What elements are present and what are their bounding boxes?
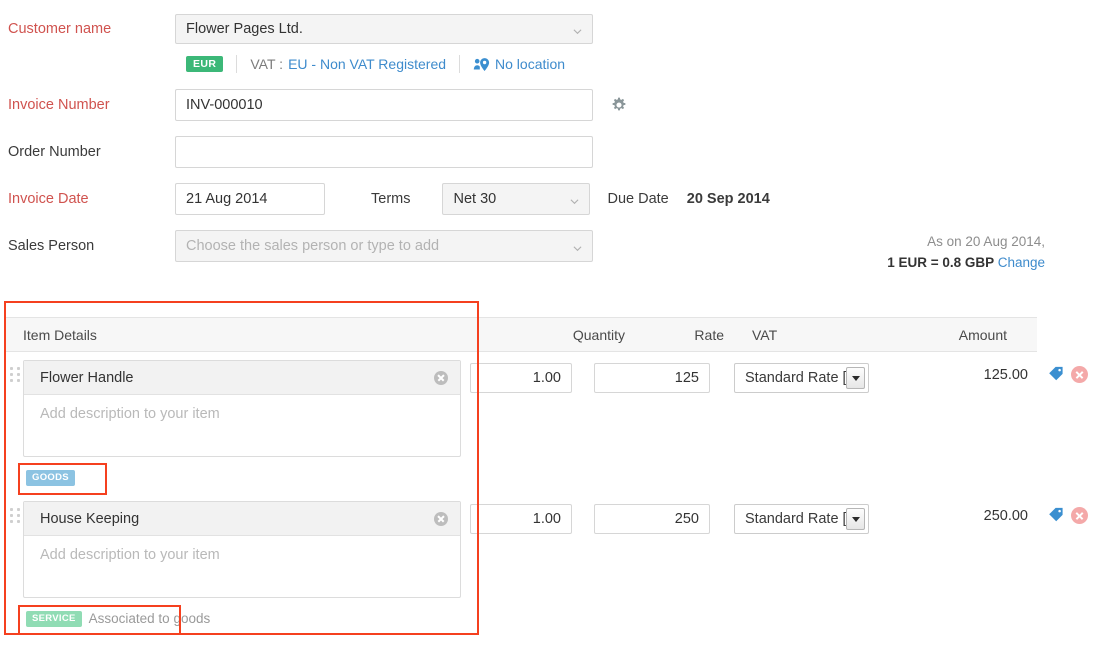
sales-person-row: Sales Person Choose the sales person or … bbox=[0, 230, 593, 262]
status-badge: GOODS bbox=[26, 470, 75, 486]
gear-icon[interactable] bbox=[611, 97, 627, 113]
terms-select[interactable]: Net 30 bbox=[442, 183, 590, 215]
due-date-label: Due Date bbox=[607, 191, 668, 207]
exchange-rate-info: As on 20 Aug 2014, 1 EUR = 0.8 GBP Chang… bbox=[887, 231, 1045, 273]
vat-label: VAT : bbox=[250, 56, 283, 72]
items-table: Item Details Quantity Rate VAT Amount bbox=[5, 317, 1037, 352]
drag-handle-icon[interactable] bbox=[10, 367, 20, 385]
item-name-field[interactable]: House Keeping bbox=[24, 502, 460, 536]
invoice-date-row: Invoice Date 21 Aug 2014 Terms Net 30 Du… bbox=[0, 183, 770, 215]
customer-meta-line: EUR VAT : EU - Non VAT Registered No loc… bbox=[186, 55, 565, 73]
order-number-label: Order Number bbox=[0, 144, 175, 160]
item-name-value: Flower Handle bbox=[40, 370, 134, 386]
exchange-rate-date: As on 20 Aug 2014, bbox=[887, 231, 1045, 252]
chevron-down-icon bbox=[573, 27, 582, 36]
column-header-amount: Amount bbox=[890, 327, 1037, 343]
amount-value: 125.00 bbox=[900, 367, 1028, 383]
items-table-header: Item Details Quantity Rate VAT Amount bbox=[5, 317, 1037, 352]
vat-value: Standard Rate [2 bbox=[745, 511, 855, 527]
column-header-quantity: Quantity bbox=[510, 327, 625, 343]
terms-label: Terms bbox=[371, 191, 410, 207]
chevron-down-icon bbox=[573, 244, 582, 253]
item-name-field[interactable]: Flower Handle bbox=[24, 361, 460, 395]
amount-value: 250.00 bbox=[900, 508, 1028, 524]
sales-person-placeholder: Choose the sales person or type to add bbox=[186, 238, 439, 254]
drag-handle-icon[interactable] bbox=[10, 508, 20, 526]
sales-person-label: Sales Person bbox=[0, 238, 175, 254]
item-type-line: SERVICE Associated to goods bbox=[26, 611, 210, 627]
location-link[interactable]: No location bbox=[495, 56, 565, 72]
item-detail-cell: Flower Handle Add description to your it… bbox=[23, 360, 461, 457]
sales-person-select[interactable]: Choose the sales person or type to add bbox=[175, 230, 593, 262]
customer-name-value: Flower Pages Ltd. bbox=[186, 21, 303, 37]
vat-select[interactable]: Standard Rate [2 bbox=[734, 363, 869, 393]
customer-name-row: Customer name Flower Pages Ltd. bbox=[0, 14, 593, 44]
chevron-down-icon[interactable] bbox=[846, 508, 865, 530]
quantity-input[interactable]: 1.00 bbox=[470, 504, 572, 534]
vat-select[interactable]: Standard Rate [2 bbox=[734, 504, 869, 534]
quantity-value: 1.00 bbox=[533, 370, 561, 386]
invoice-date-value: 21 Aug 2014 bbox=[186, 191, 267, 207]
rate-value: 250 bbox=[675, 511, 699, 527]
item-description-placeholder: Add description to your item bbox=[40, 547, 220, 563]
rate-input[interactable]: 250 bbox=[594, 504, 710, 534]
invoice-number-value: INV-000010 bbox=[186, 97, 263, 113]
item-description-field[interactable]: Add description to your item bbox=[24, 536, 460, 597]
invoice-number-row: Invoice Number INV-000010 bbox=[0, 89, 593, 121]
item-description-placeholder: Add description to your item bbox=[40, 406, 220, 422]
item-detail-cell: House Keeping Add description to your it… bbox=[23, 501, 461, 598]
currency-badge: EUR bbox=[186, 56, 223, 73]
item-type-line: GOODS bbox=[26, 470, 82, 486]
vat-value: Standard Rate [2 bbox=[745, 370, 855, 386]
change-rate-link[interactable]: Change bbox=[998, 255, 1045, 270]
quantity-value: 1.00 bbox=[533, 511, 561, 527]
clear-circle-icon[interactable] bbox=[434, 371, 448, 385]
clear-circle-icon[interactable] bbox=[434, 512, 448, 526]
delete-circle-icon[interactable] bbox=[1071, 507, 1088, 524]
column-header-item-details: Item Details bbox=[5, 327, 510, 343]
person-location-pin-icon bbox=[473, 56, 490, 73]
quantity-input[interactable]: 1.00 bbox=[470, 363, 572, 393]
vat-value-link[interactable]: EU - Non VAT Registered bbox=[288, 56, 446, 72]
tag-icon[interactable] bbox=[1048, 366, 1064, 382]
item-type-note: Associated to goods bbox=[89, 611, 211, 626]
tag-icon[interactable] bbox=[1048, 507, 1064, 523]
rate-input[interactable]: 125 bbox=[594, 363, 710, 393]
meta-divider-1 bbox=[236, 55, 237, 73]
order-number-row: Order Number bbox=[0, 136, 593, 168]
exchange-rate-value: 1 EUR = 0.8 GBP bbox=[887, 255, 994, 270]
meta-divider-2 bbox=[459, 55, 460, 73]
item-description-field[interactable]: Add description to your item bbox=[24, 395, 460, 456]
terms-value: Net 30 bbox=[453, 191, 496, 207]
delete-circle-icon[interactable] bbox=[1071, 366, 1088, 383]
invoice-date-input[interactable]: 21 Aug 2014 bbox=[175, 183, 325, 215]
item-name-value: House Keeping bbox=[40, 511, 139, 527]
column-header-rate: Rate bbox=[625, 327, 730, 343]
customer-name-label: Customer name bbox=[0, 21, 175, 37]
invoice-number-input[interactable]: INV-000010 bbox=[175, 89, 593, 121]
order-number-input[interactable] bbox=[175, 136, 593, 168]
due-date-value: 20 Sep 2014 bbox=[687, 191, 770, 207]
chevron-down-icon bbox=[570, 197, 579, 206]
status-badge: SERVICE bbox=[26, 611, 82, 627]
invoice-date-label: Invoice Date bbox=[0, 191, 175, 207]
chevron-down-icon[interactable] bbox=[846, 367, 865, 389]
rate-value: 125 bbox=[675, 370, 699, 386]
customer-name-select[interactable]: Flower Pages Ltd. bbox=[175, 14, 593, 44]
invoice-number-label: Invoice Number bbox=[0, 97, 175, 113]
column-header-vat: VAT bbox=[730, 327, 890, 343]
